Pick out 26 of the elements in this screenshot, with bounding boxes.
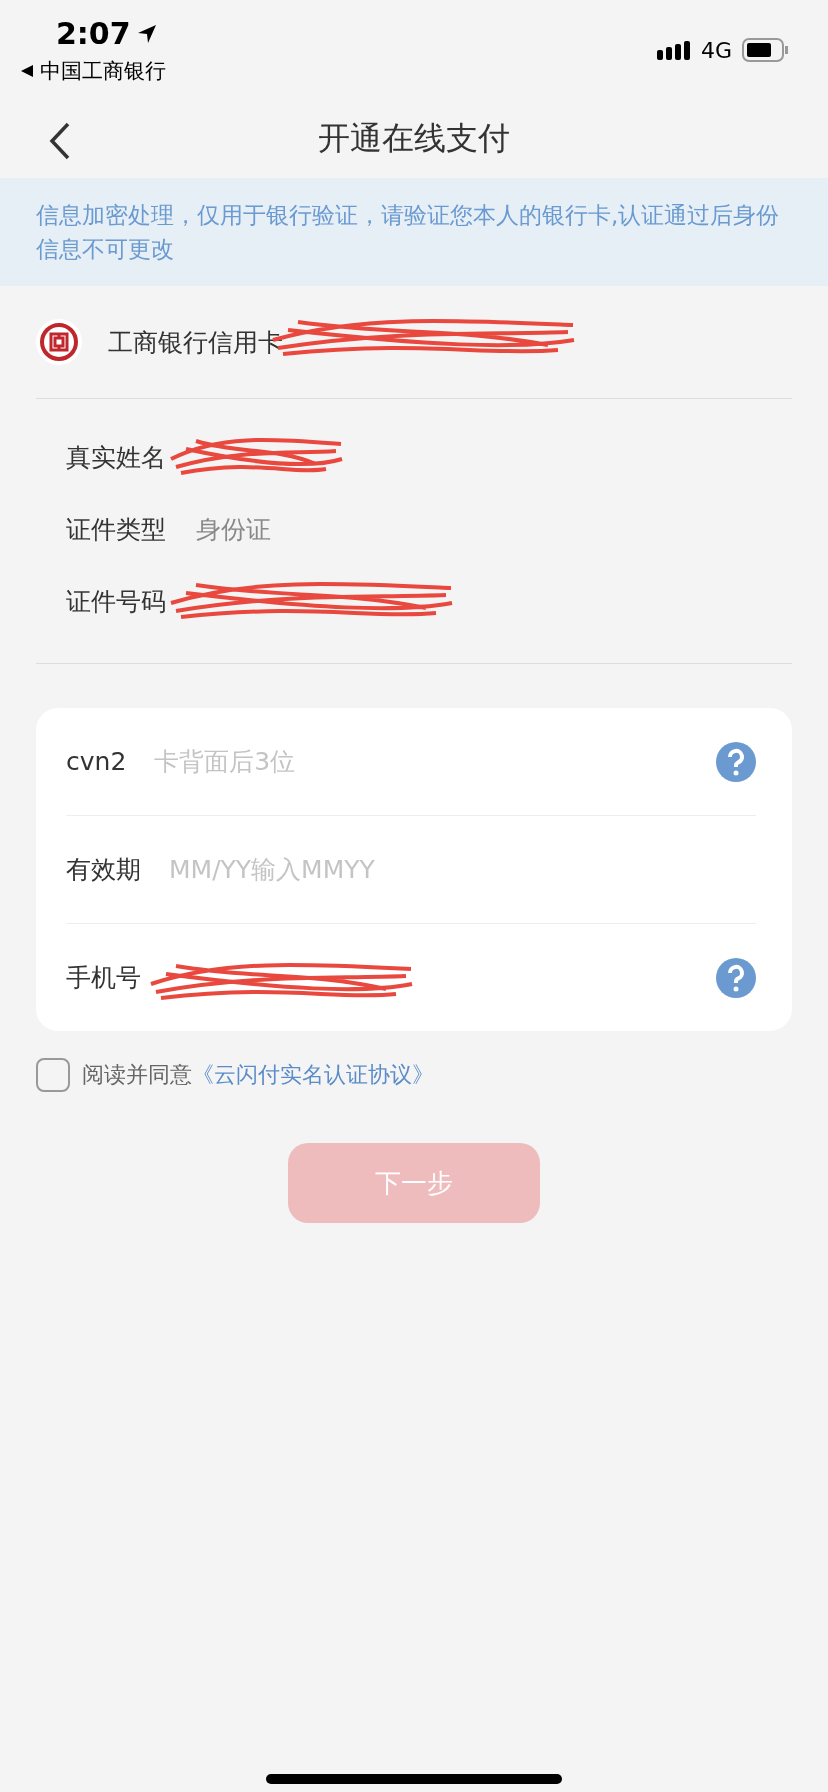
card-name: 工商银行信用卡 bbox=[108, 327, 283, 357]
agreement-text: 阅读并同意《云闪付实名认证协议》 bbox=[82, 1061, 434, 1089]
network-type: 4G bbox=[700, 37, 732, 63]
field-label: cvn2 bbox=[66, 747, 127, 776]
back-triangle-icon[interactable] bbox=[20, 64, 34, 78]
battery-icon bbox=[742, 38, 788, 62]
field-label: 证件类型 bbox=[66, 513, 166, 546]
help-icon[interactable] bbox=[716, 957, 756, 998]
input-field[interactable]: MM/YY输入MMYY bbox=[167, 854, 756, 885]
field-label: 有效期 bbox=[66, 854, 141, 886]
back-icon[interactable] bbox=[48, 122, 72, 160]
location-arrow-icon bbox=[136, 23, 157, 44]
field-label: 证件号码 bbox=[66, 585, 166, 618]
bank-logo bbox=[36, 319, 82, 365]
help-icon[interactable] bbox=[716, 741, 756, 782]
field-label: 真实姓名 bbox=[66, 441, 166, 474]
input-field[interactable]: 卡背面后3位 bbox=[152, 746, 690, 777]
agree-checkbox[interactable] bbox=[36, 1058, 70, 1092]
field-value: 身份证 bbox=[196, 513, 271, 546]
signal-icon bbox=[656, 38, 691, 62]
status-time: 2:07 bbox=[20, 16, 166, 51]
agreement-link[interactable]: 《云闪付实名认证协议》 bbox=[192, 1062, 434, 1087]
field-label: 手机号 bbox=[66, 962, 141, 994]
back-to-app-link[interactable]: 中国工商银行 bbox=[20, 57, 166, 85]
page-title: 开通在线支付 bbox=[318, 118, 510, 159]
security-notice: 信息加密处理，仅用于银行验证，请验证您本人的银行卡,认证通过后身份信息不可更改 bbox=[0, 178, 828, 286]
